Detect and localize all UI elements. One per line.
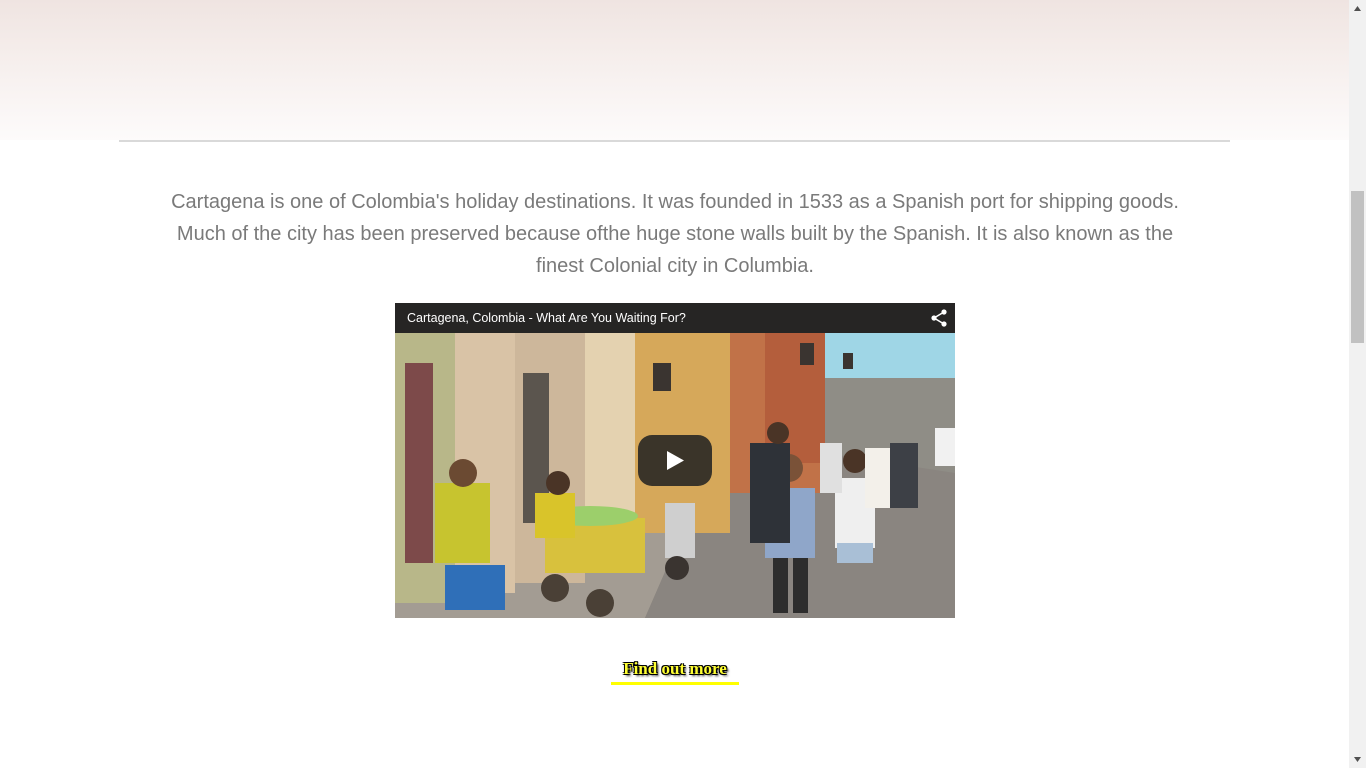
play-button[interactable] [638,435,712,486]
play-icon [667,451,684,470]
header-divider [119,140,1230,142]
header-banner [0,0,1349,140]
video-title[interactable]: Cartagena, Colombia - What Are You Waiti… [407,303,686,333]
page: Cartagena is one of Colombia's holiday d… [0,0,1349,768]
share-icon[interactable] [927,306,951,330]
video-player[interactable]: Cartagena, Colombia - What Are You Waiti… [395,303,955,618]
scroll-up-arrow-icon[interactable] [1349,0,1366,17]
intro-paragraph: Cartagena is one of Colombia's holiday d… [171,191,1179,277]
find-out-more-link[interactable]: Find out more [611,655,739,685]
video-title-bar: Cartagena, Colombia - What Are You Waiti… [395,303,955,333]
scroll-down-arrow-icon[interactable] [1349,751,1366,768]
scrollbar-thumb[interactable] [1351,191,1364,343]
vertical-scrollbar[interactable] [1349,0,1366,768]
